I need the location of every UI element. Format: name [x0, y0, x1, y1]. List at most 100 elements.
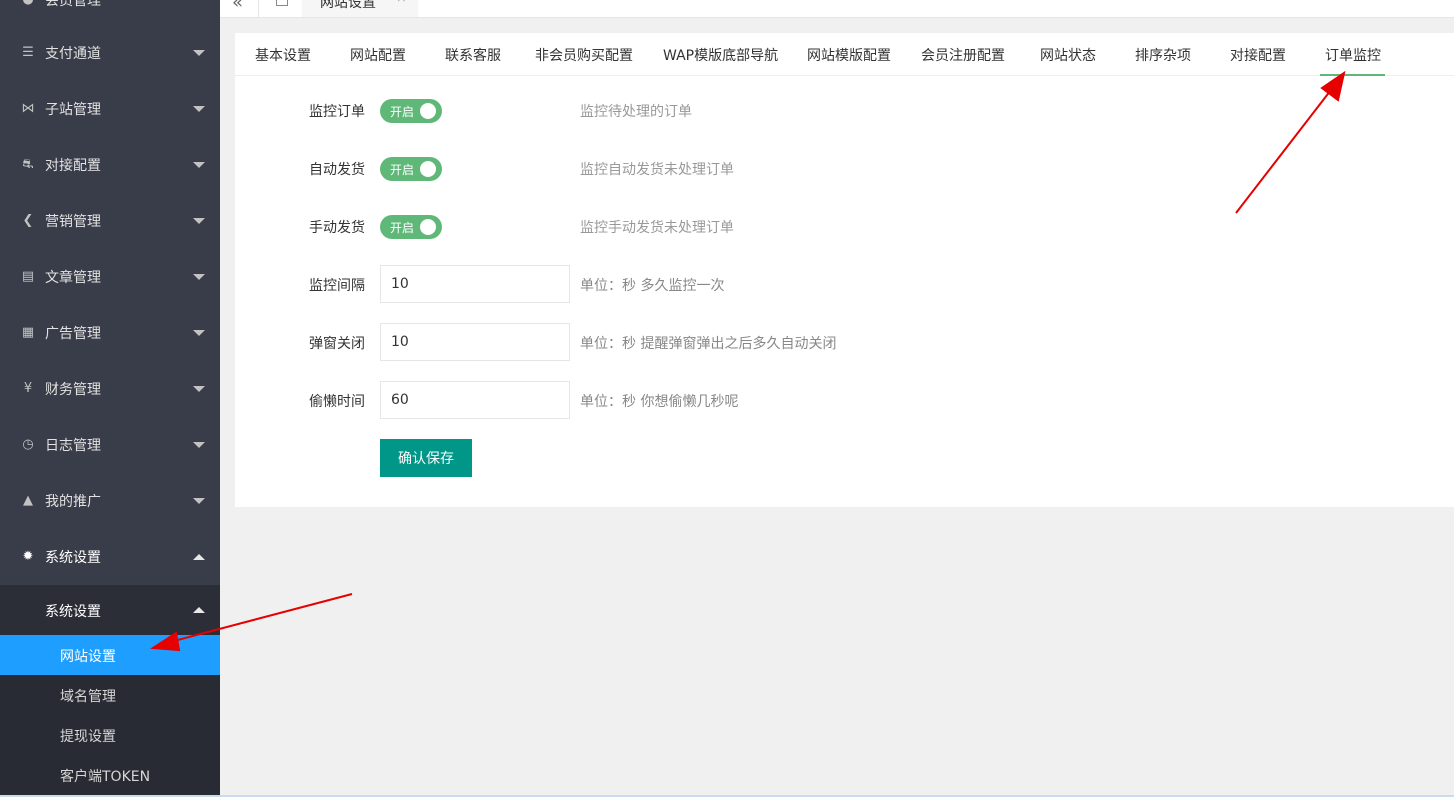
- save-button[interactable]: 确认保存: [380, 439, 472, 477]
- tab-registration[interactable]: 会员注册配置: [921, 45, 1005, 65]
- settings-tabs: 基本设置 网站配置 联系客服 非会员购买配置 WAP模版底部导航 网站模版配置 …: [235, 33, 1454, 76]
- interval-input[interactable]: [380, 265, 570, 303]
- tab-site-config[interactable]: 网站配置: [350, 45, 406, 65]
- sitemap-icon: ⋈: [21, 101, 35, 116]
- chevron-down-icon: [193, 274, 205, 280]
- idle-time-label: 偷懒时间: [309, 394, 365, 410]
- tab-misc[interactable]: 排序杂项: [1135, 45, 1191, 65]
- user-icon: ●: [20, 0, 36, 8]
- chevron-down-icon: [193, 442, 205, 448]
- page-tab-website-settings[interactable]: 网站设置 ×: [302, 0, 418, 17]
- manual-ship-hint: 监控手动发货未处理订单: [580, 220, 734, 236]
- chevron-down-icon: [193, 330, 205, 336]
- sidebar-item-logs[interactable]: ◷ 日志管理: [0, 417, 220, 473]
- link-icon: ⛐: [22, 157, 34, 172]
- sidebar-item-label: 客户端TOKEN: [60, 769, 151, 785]
- sidebar-item-label: 支付通道: [45, 46, 101, 62]
- popup-close-label: 弹窗关闭: [309, 336, 365, 352]
- sidebar-item-promotion[interactable]: ▲ 我的推广: [0, 473, 220, 529]
- sidebar-item-members[interactable]: ● 会员管理: [0, 0, 220, 28]
- calendar-icon: ▦: [21, 325, 35, 340]
- sidebar-sublist: 网站设置 域名管理 提现设置 客户端TOKEN: [0, 635, 220, 797]
- sidebar-item-label: 对接配置: [45, 158, 101, 174]
- interval-label: 监控间隔: [309, 278, 365, 294]
- sidebar-item-label: 我的推广: [45, 494, 101, 510]
- sidebar-item-marketing[interactable]: ❮ 营销管理: [0, 193, 220, 249]
- chevron-down-icon: [193, 50, 205, 56]
- manual-ship-toggle[interactable]: 开启: [380, 215, 442, 239]
- sidebar-subgroup-label: 系统设置: [45, 604, 101, 620]
- divider: [258, 0, 259, 17]
- sidebar: ● 会员管理 ☰ 支付通道 ⋈ 子站管理 ⛐ 对接配置 ❮ 营销管理 ▤ 文章管…: [0, 0, 220, 797]
- tab-wap-nav[interactable]: WAP模版底部导航: [663, 45, 778, 65]
- sidebar-item-articles[interactable]: ▤ 文章管理: [0, 249, 220, 305]
- sidebar-item-withdraw[interactable]: 提现设置: [0, 715, 220, 755]
- sidebar-item-label: 日志管理: [45, 438, 101, 454]
- tab-support[interactable]: 联系客服: [445, 45, 501, 65]
- tab-docking[interactable]: 对接配置: [1230, 45, 1286, 65]
- tab-template[interactable]: 网站模版配置: [807, 45, 891, 65]
- settings-card: 基本设置 网站配置 联系客服 非会员购买配置 WAP模版底部导航 网站模版配置 …: [235, 33, 1454, 507]
- share-icon: ❮: [22, 213, 34, 228]
- chevron-down-icon: [193, 162, 205, 168]
- chevron-down-icon: [193, 498, 205, 504]
- sidebar-item-payment[interactable]: ☰ 支付通道: [0, 25, 220, 81]
- list-icon: ☰: [22, 45, 34, 60]
- chevron-down-icon: [193, 106, 205, 112]
- sidebar-item-label: 网站设置: [60, 649, 116, 665]
- tab-guest-purchase[interactable]: 非会员购买配置: [535, 45, 633, 65]
- sidebar-item-substation[interactable]: ⋈ 子站管理: [0, 81, 220, 137]
- document-icon: ▤: [21, 269, 35, 284]
- chevron-up-icon: [193, 607, 205, 613]
- tab-order-monitor[interactable]: 订单监控: [1325, 45, 1381, 65]
- monitor-order-hint: 监控待处理的订单: [580, 104, 692, 120]
- chevron-down-icon: [193, 218, 205, 224]
- home-icon[interactable]: [276, 0, 288, 6]
- clock-icon: ◷: [22, 437, 34, 452]
- sidebar-item-system[interactable]: ✹ 系统设置: [0, 529, 220, 585]
- top-tab-bar: « 网站设置 ×: [220, 0, 1454, 18]
- monitor-order-label: 监控订单: [309, 104, 365, 120]
- sidebar-item-label: 子站管理: [45, 102, 101, 118]
- toggle-knob: [420, 161, 436, 177]
- toggle-text: 开启: [390, 221, 415, 235]
- sidebar-item-label: 文章管理: [45, 270, 101, 286]
- sidebar-item-client-token[interactable]: 客户端TOKEN: [0, 755, 220, 795]
- toggle-knob: [420, 103, 436, 119]
- sidebar-item-label: 广告管理: [45, 326, 101, 342]
- auto-ship-hint: 监控自动发货未处理订单: [580, 162, 734, 178]
- popup-close-input[interactable]: [380, 323, 570, 361]
- monitor-order-toggle[interactable]: 开启: [380, 99, 442, 123]
- active-tab-indicator: [1320, 74, 1385, 76]
- manual-ship-label: 手动发货: [309, 220, 365, 236]
- close-icon[interactable]: ×: [396, 0, 407, 6]
- sidebar-item-label: 系统设置: [45, 550, 101, 566]
- sidebar-item-website-settings[interactable]: 网站设置: [0, 635, 220, 675]
- sidebar-item-label: 域名管理: [60, 689, 116, 705]
- auto-ship-toggle[interactable]: 开启: [380, 157, 442, 181]
- yen-icon: ¥: [23, 381, 33, 396]
- chevron-down-icon: [193, 386, 205, 392]
- tree-icon: ▲: [23, 493, 33, 508]
- sidebar-item-label: 营销管理: [45, 214, 101, 230]
- sidebar-item-label: 提现设置: [60, 729, 116, 745]
- tab-site-status[interactable]: 网站状态: [1040, 45, 1096, 65]
- sidebar-subgroup-system[interactable]: 系统设置: [0, 585, 220, 635]
- page-tab-label: 网站设置: [320, 0, 376, 11]
- interval-hint: 单位：秒 多久监控一次: [580, 278, 725, 294]
- sidebar-item-docking[interactable]: ⛐ 对接配置: [0, 137, 220, 193]
- sidebar-item-finance[interactable]: ¥ 财务管理: [0, 361, 220, 417]
- toggle-text: 开启: [390, 105, 415, 119]
- sidebar-item-label: 财务管理: [45, 382, 101, 398]
- sidebar-item-domains[interactable]: 域名管理: [0, 675, 220, 715]
- gear-icon: ✹: [22, 549, 34, 564]
- popup-close-hint: 单位：秒 提醒弹窗弹出之后多久自动关闭: [580, 336, 837, 352]
- sidebar-item-ads[interactable]: ▦ 广告管理: [0, 305, 220, 361]
- toggle-text: 开启: [390, 163, 415, 177]
- auto-ship-label: 自动发货: [309, 162, 365, 178]
- toggle-knob: [420, 219, 436, 235]
- double-chevron-left-icon[interactable]: «: [232, 0, 243, 13]
- tab-basic[interactable]: 基本设置: [255, 45, 311, 65]
- idle-time-input[interactable]: [380, 381, 570, 419]
- sidebar-item-label: 会员管理: [45, 0, 101, 9]
